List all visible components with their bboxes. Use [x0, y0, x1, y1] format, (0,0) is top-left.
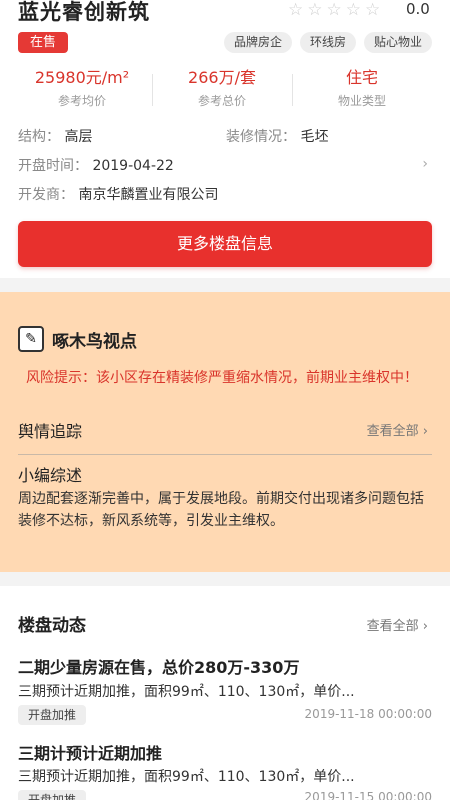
stat-avg-price: 25980元/m² 参考均价: [12, 66, 153, 114]
viewpoint-section: ✎ 啄木鸟视点 风险提示：该小区存在精装修严重缩水情况，前期业主维权中！ 舆情追…: [0, 292, 450, 572]
news-item-tag: 开盘加推: [18, 790, 87, 800]
viewpoint-title: 啄木鸟视点: [52, 331, 137, 352]
feature-tag: 贴心物业: [363, 32, 432, 53]
stat-value: 266万/套: [188, 68, 256, 87]
info-structure: 结构： 高层: [18, 127, 92, 147]
woodpecker-icon: ✎: [18, 326, 44, 352]
news-item-time: 2019-11-18 00:00:00: [304, 707, 432, 721]
info-decoration: 装修情况： 毛坯: [226, 127, 328, 147]
news-item-title[interactable]: 三期计预计近期加推: [18, 740, 162, 764]
divider: [18, 454, 432, 455]
section-gap: [0, 572, 450, 586]
info-open-date[interactable]: 开盘时间： 2019-04-22: [18, 156, 174, 176]
see-all-text: 查看全部: [366, 424, 419, 439]
risk-warning: 风险提示：该小区存在精装修严重缩水情况，前期业主维权中！: [26, 370, 418, 386]
status-badge: 在售: [18, 32, 68, 53]
stat-total-price: 266万/套 参考总价: [152, 66, 293, 114]
rating-score: 0.0: [406, 0, 430, 18]
info-key: 装修情况：: [226, 129, 296, 145]
info-key: 开盘时间：: [18, 158, 88, 174]
star-icon[interactable]: ☆: [327, 0, 342, 20]
summary-label: 小编综述: [18, 466, 83, 485]
section-gap: [0, 278, 450, 292]
stat-label: 参考总价: [197, 94, 246, 108]
info-key: 结构：: [18, 129, 60, 145]
stat-label: 参考均价: [57, 94, 106, 108]
star-icon[interactable]: ☆: [288, 0, 303, 20]
tags-row: 在售 品牌房企 环线房 贴心物业: [18, 32, 432, 54]
project-header: 蓝光睿创新筑 ☆ ☆ ☆ ☆ ☆ 0.0: [0, 0, 450, 30]
feature-tag: 品牌房企: [223, 32, 292, 53]
chevron-right-icon[interactable]: ›: [422, 156, 428, 172]
more-info-button[interactable]: 更多楼盘信息: [18, 221, 432, 267]
info-value: 南京华麟置业有限公司: [78, 187, 219, 203]
stat-property-type: 住宅 物业类型: [292, 66, 432, 114]
see-all-text: 查看全部: [366, 619, 419, 634]
project-title: 蓝光睿创新筑: [18, 0, 150, 24]
rating-stars[interactable]: ☆ ☆ ☆ ☆ ☆: [288, 0, 380, 20]
news-item-tag: 开盘加推: [18, 705, 87, 725]
info-value: 高层: [64, 129, 93, 145]
stat-value: 住宅: [345, 68, 378, 87]
opinion-see-all-link[interactable]: 查看全部 ›: [367, 420, 428, 439]
chevron-right-icon: ›: [422, 424, 428, 439]
chevron-right-icon: ›: [422, 619, 428, 634]
star-icon[interactable]: ☆: [365, 0, 380, 20]
opinion-label: 舆情追踪: [18, 422, 83, 441]
feature-tags: 品牌房企 环线房 贴心物业: [223, 32, 432, 53]
stat-label: 物业类型: [337, 94, 386, 108]
star-icon[interactable]: ☆: [346, 0, 361, 20]
summary-text: 周边配套逐渐完善中，属于发展地段。前期交付出现诸多问题包括装修不达标，新风系统等…: [18, 491, 424, 529]
dynamics-see-all-link[interactable]: 查看全部 ›: [367, 615, 428, 634]
news-item-desc[interactable]: 三期预计近期加推，面积99㎡、110、130㎡，单价...: [18, 766, 432, 786]
star-icon[interactable]: ☆: [307, 0, 322, 20]
news-item-desc[interactable]: 三期预计近期加推，面积99㎡、110、130㎡，单价...: [18, 681, 432, 701]
stat-value: 25980元/m²: [34, 68, 130, 87]
info-value: 2019-04-22: [92, 158, 174, 174]
news-item-title[interactable]: 二期少量房源在售，总价280万-330万: [18, 654, 299, 678]
price-stats: 25980元/m² 参考均价 266万/套 参考总价 住宅 物业类型: [0, 66, 450, 114]
info-value: 毛坯: [300, 129, 329, 145]
info-key: 开发商：: [18, 187, 74, 203]
viewpoint-header: ✎ 啄木鸟视点: [18, 326, 137, 352]
info-developer: 开发商： 南京华麟置业有限公司: [18, 185, 218, 205]
news-item-time: 2019-11-15 00:00:00: [304, 790, 432, 800]
feature-tag: 环线房: [299, 32, 356, 53]
dynamics-title: 楼盘动态: [18, 616, 86, 636]
